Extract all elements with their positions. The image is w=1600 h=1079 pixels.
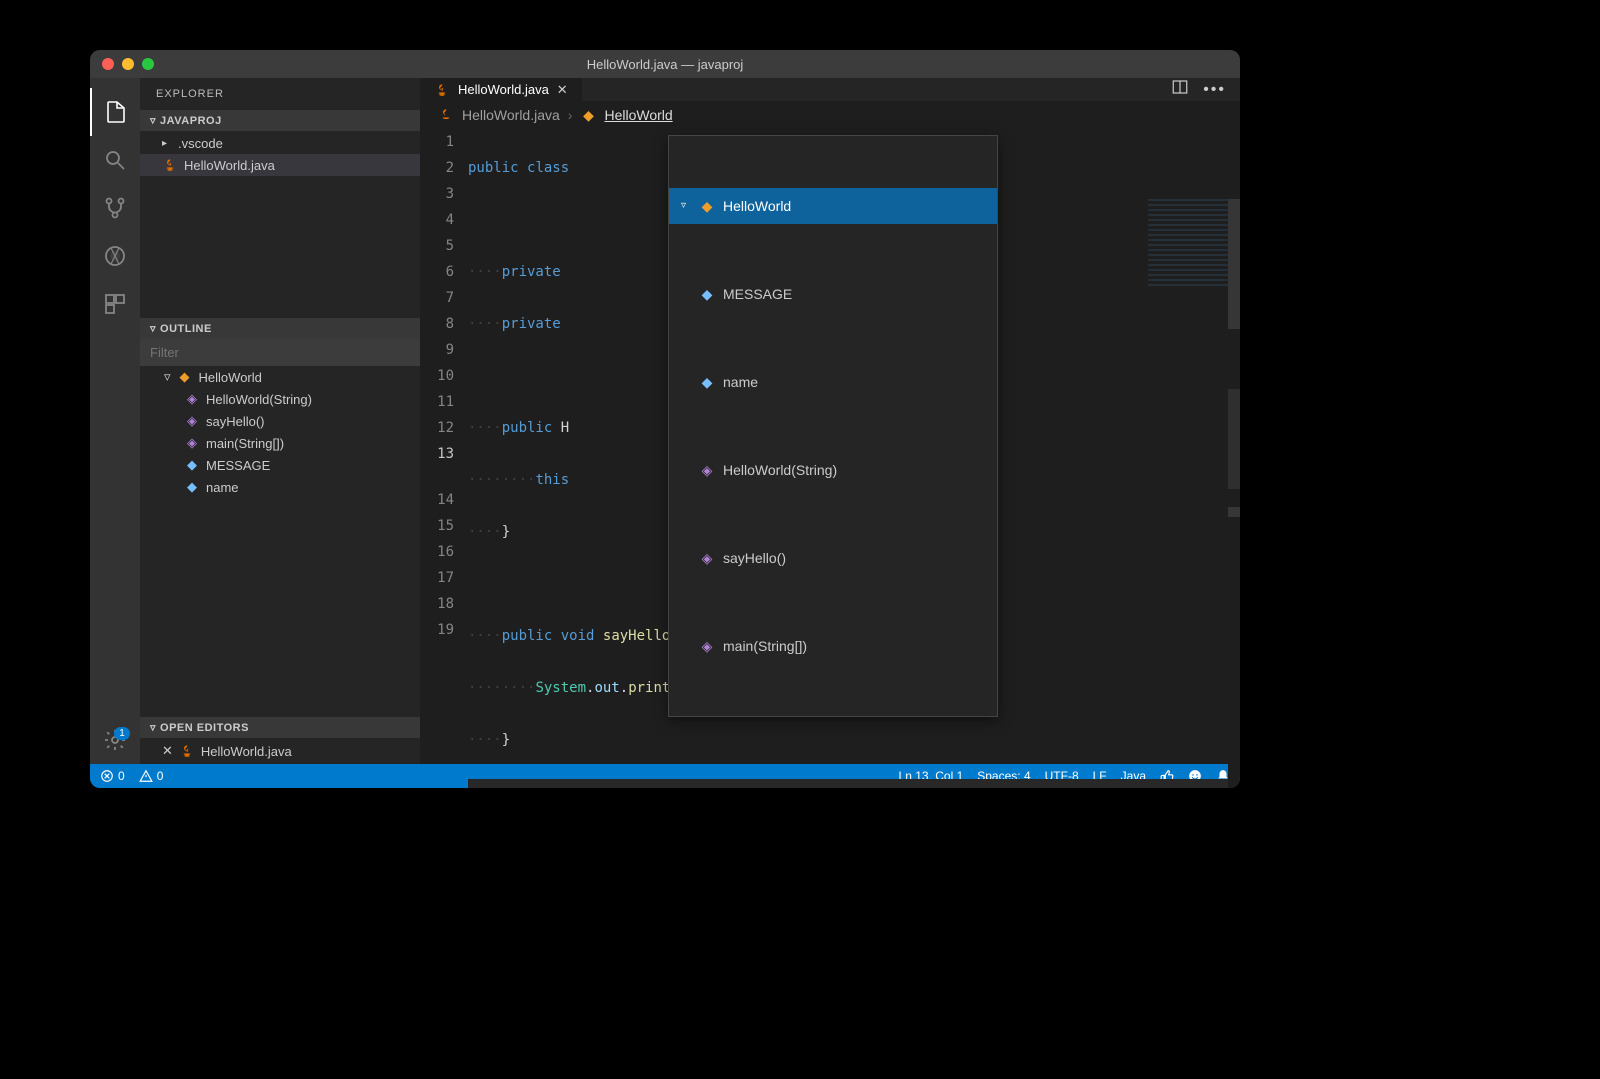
- java-icon: [162, 157, 178, 173]
- source-control-icon[interactable]: [90, 184, 140, 232]
- method-icon: ◈: [699, 638, 715, 654]
- dropdown-item-main[interactable]: ◈ main(String[]): [669, 628, 997, 664]
- method-icon: ◈: [184, 435, 200, 451]
- chevron-down-icon: ▿: [164, 369, 171, 385]
- line-gutter: 12345678910111213141516171819: [420, 129, 468, 788]
- outline-field-name[interactable]: ◆ name: [140, 476, 420, 498]
- tab-bar: HelloWorld.java ✕ •••: [420, 78, 1240, 101]
- code-editor[interactable]: 12345678910111213141516171819 public cla…: [420, 129, 1240, 788]
- dropdown-item-name[interactable]: ◆ name: [669, 364, 997, 400]
- java-icon: [438, 107, 454, 123]
- chevron-down-icon: ▿: [150, 721, 156, 734]
- status-warnings[interactable]: 0: [139, 769, 164, 783]
- field-icon: ◆: [184, 457, 200, 473]
- method-icon: ◈: [184, 391, 200, 407]
- scrollbar-overview[interactable]: [1228, 199, 1240, 788]
- settings-badge: 1: [114, 727, 130, 740]
- window-title: HelloWorld.java — javaproj: [587, 57, 744, 72]
- class-icon: ◆: [177, 369, 193, 385]
- close-icon[interactable]: ✕: [162, 743, 173, 759]
- outline-method-ctor[interactable]: ◈ HelloWorld(String): [140, 388, 420, 410]
- more-icon[interactable]: •••: [1203, 81, 1226, 99]
- field-icon: ◆: [699, 374, 715, 390]
- breadcrumb-file[interactable]: HelloWorld.java: [462, 107, 560, 123]
- method-icon: ◈: [699, 550, 715, 566]
- maximize-window-button[interactable]: [142, 58, 154, 70]
- explorer-icon[interactable]: [90, 88, 140, 136]
- outline-method-sayhello[interactable]: ◈ sayHello(): [140, 410, 420, 432]
- vscode-window: HelloWorld.java — javaproj 1: [90, 50, 1240, 788]
- java-icon: [179, 743, 195, 759]
- tab-helloworld[interactable]: HelloWorld.java ✕: [420, 78, 582, 101]
- section-outline[interactable]: ▿ OUTLINE: [140, 318, 420, 339]
- dropdown-item-sayhello[interactable]: ◈ sayHello(): [669, 540, 997, 576]
- folder-vscode[interactable]: ▸ .vscode: [140, 133, 420, 154]
- dropdown-item-ctor[interactable]: ◈ HelloWorld(String): [669, 452, 997, 488]
- class-icon: ◆: [580, 107, 596, 123]
- breadcrumb-dropdown: ▿ ◆ HelloWorld ◆ MESSAGE ◆ name: [668, 135, 998, 717]
- java-icon: [434, 82, 450, 98]
- settings-icon[interactable]: 1: [90, 716, 140, 764]
- extensions-icon[interactable]: [90, 280, 140, 328]
- activity-bar: 1: [90, 78, 140, 764]
- class-icon: ◆: [699, 198, 715, 214]
- minimize-window-button[interactable]: [122, 58, 134, 70]
- dropdown-item-message[interactable]: ◆ MESSAGE: [669, 276, 997, 312]
- outline-filter-input[interactable]: [140, 339, 420, 366]
- close-window-button[interactable]: [102, 58, 114, 70]
- chevron-down-icon: ▿: [150, 114, 156, 127]
- chevron-down-icon: ▿: [150, 322, 156, 335]
- titlebar: HelloWorld.java — javaproj: [90, 50, 1240, 78]
- sidebar: EXPLORER ▿ JAVAPROJ ▸ .vscode HelloWorld…: [140, 78, 420, 764]
- method-icon: ◈: [699, 462, 715, 478]
- minimap[interactable]: [1148, 199, 1228, 289]
- method-icon: ◈: [184, 413, 200, 429]
- chevron-down-icon: ▿: [681, 193, 691, 219]
- dropdown-item-class[interactable]: ▿ ◆ HelloWorld: [669, 188, 997, 224]
- field-icon: ◆: [184, 479, 200, 495]
- field-icon: ◆: [699, 286, 715, 302]
- open-editor-item[interactable]: ✕ HelloWorld.java: [140, 740, 420, 762]
- sidebar-title: EXPLORER: [140, 78, 420, 110]
- breadcrumb[interactable]: HelloWorld.java › ◆ HelloWorld: [420, 101, 1240, 129]
- outline-field-message[interactable]: ◆ MESSAGE: [140, 454, 420, 476]
- file-helloworld[interactable]: HelloWorld.java: [140, 154, 420, 176]
- section-open-editors[interactable]: ▿ OPEN EDITORS: [140, 717, 420, 738]
- outline-method-main[interactable]: ◈ main(String[]): [140, 432, 420, 454]
- breadcrumb-symbol[interactable]: HelloWorld: [604, 107, 672, 123]
- chevron-right-icon: ▸: [162, 138, 172, 149]
- split-editor-icon[interactable]: [1171, 78, 1189, 101]
- outline-class[interactable]: ▿ ◆ HelloWorld: [140, 366, 420, 388]
- search-icon[interactable]: [90, 136, 140, 184]
- editor: HelloWorld.java ✕ ••• HelloWorld.java › …: [420, 78, 1240, 764]
- close-tab-icon[interactable]: ✕: [557, 82, 568, 98]
- section-project[interactable]: ▿ JAVAPROJ: [140, 110, 420, 131]
- debug-icon[interactable]: [90, 232, 140, 280]
- status-errors[interactable]: 0: [100, 769, 125, 783]
